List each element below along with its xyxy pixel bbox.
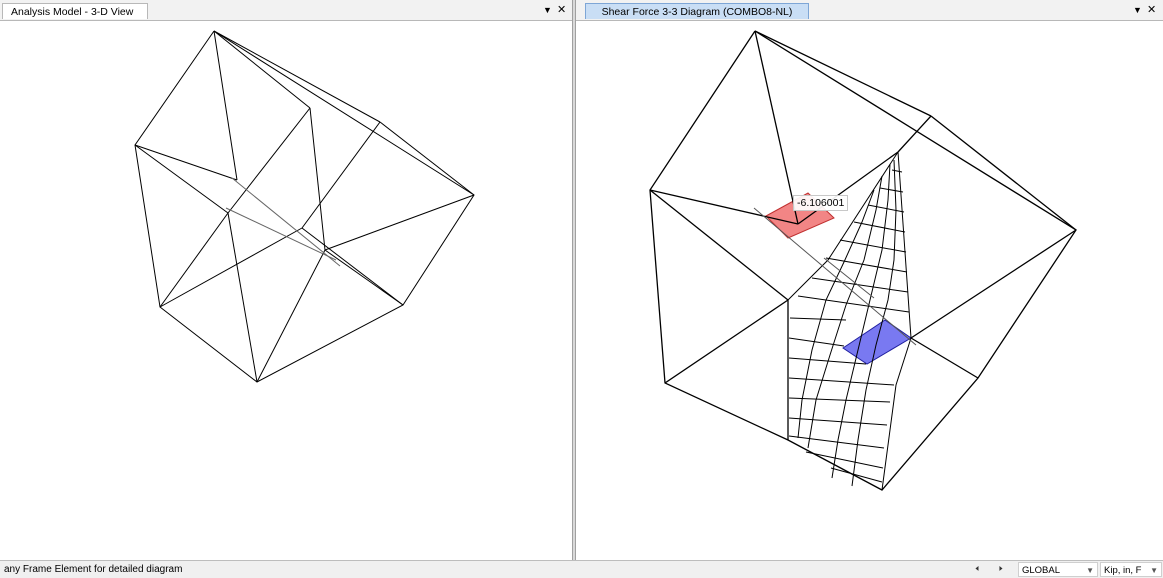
tab-shear-force-diagram[interactable]: Shear Force 3-3 Diagram (COMBO8-NL) <box>585 3 809 19</box>
close-icon[interactable]: ✕ <box>1147 3 1156 17</box>
left-tabstrip: Analysis Model - 3-D View ▼ ✕ <box>0 0 572 21</box>
tab-analysis-model-3d-view[interactable]: Analysis Model - 3-D View <box>2 3 148 19</box>
shear-diagram-model <box>649 30 1077 491</box>
right-diagram-viewport[interactable] <box>576 21 1163 560</box>
chevron-down-icon[interactable]: ▼ <box>543 3 552 17</box>
analysis-model-3d-view-pane: Analysis Model - 3-D View ▼ ✕ <box>0 0 572 560</box>
status-bar: any Frame Element for detailed diagram 🢐… <box>0 560 1163 578</box>
left-model-viewport[interactable] <box>0 21 572 560</box>
units-value: Kip, in, F <box>1104 565 1142 576</box>
right-tabstrip: Shear Force 3-3 Diagram (COMBO8-NL) ▼ ✕ <box>576 0 1163 21</box>
chevron-down-icon: ▼ <box>1150 566 1158 575</box>
coordinate-system-select[interactable]: GLOBAL ▼ <box>1018 562 1098 577</box>
units-select[interactable]: Kip, in, F ▼ <box>1100 562 1162 577</box>
shear-value-tooltip: -6.106001 <box>793 195 849 211</box>
shear-force-diagram-pane: Shear Force 3-3 Diagram (COMBO8-NL) ▼ ✕ <box>576 0 1163 560</box>
close-icon[interactable]: ✕ <box>557 3 566 17</box>
arrow-right-icon[interactable]: 🢒 <box>990 562 1012 577</box>
chevron-down-icon[interactable]: ▼ <box>1133 3 1142 17</box>
chevron-down-icon: ▼ <box>1086 566 1094 575</box>
status-message: any Frame Element for detailed diagram <box>4 564 183 575</box>
arrow-left-icon[interactable]: 🢐 <box>966 562 988 577</box>
wireframe-model <box>134 30 475 383</box>
coordinate-system-value: GLOBAL <box>1022 565 1061 576</box>
